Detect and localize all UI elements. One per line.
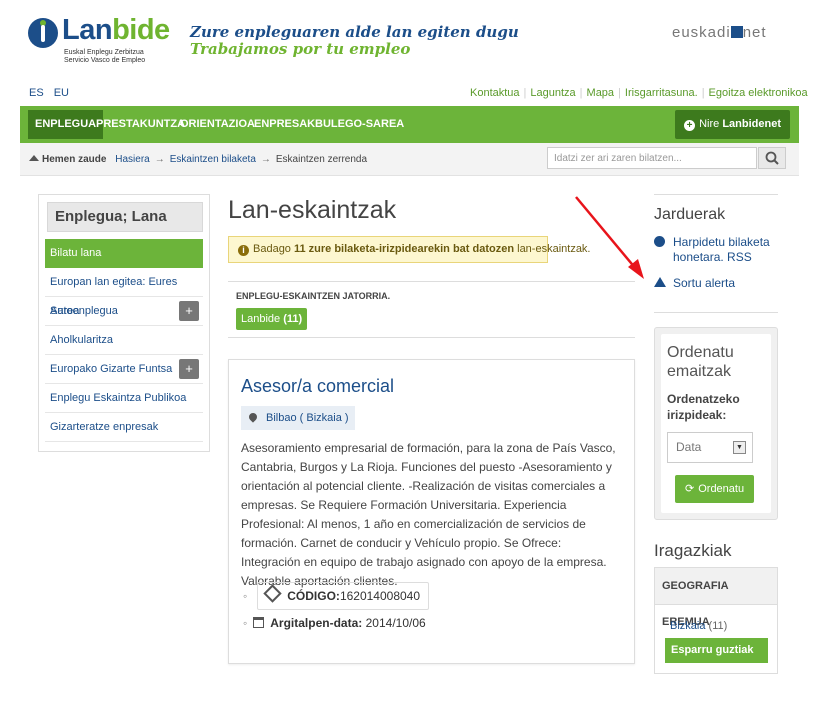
nav-orientazioa[interactable]: ORIENTAZIOA [180,118,255,130]
logo-subtitle-eu: Euskal Enplegu Zerbitzua [64,49,144,56]
filters-title: Iragazkiak [654,541,732,560]
expand-button[interactable]: + [179,301,199,321]
sort-title: Ordenatu emaitzak [667,344,734,380]
offer-date: ◦ Argitalpen-data: 2014/10/06 [243,616,426,630]
sidebar-item-gizarteratze[interactable]: Gizarteratze enpresak [45,413,203,442]
breadcrumb: Hemen zaude Hasiera → Eskaintzen bilaketa →… [29,154,367,165]
rss-subscribe-link[interactable]: Harpidetu bilaketa honetara. RSS [654,235,779,267]
breadcrumb-bar: Hemen zaude Hasiera → Eskaintzen bilaketa →… [20,143,799,176]
tag-icon [263,584,282,603]
sidebar-item-aholkularitza[interactable]: Aholkularitza [45,326,203,355]
sidebar-title: Enplegua; Lana [47,202,203,232]
lang-es-link[interactable]: ES [29,87,44,99]
geo-filter-title: GEOGRAFIA EREMUA [655,568,777,628]
nav-enpresak[interactable]: ENPRESAK [254,118,315,130]
sidebar-item-autoenplegua[interactable]: Autoenplegua + [45,297,203,326]
sort-label: Ordenatzeko irizpideak: [667,392,740,422]
breadcrumb-eskaintzen-bilaketa[interactable]: Eskaintzen bilaketa [170,154,256,165]
create-alert-link[interactable]: Sortu alerta [654,276,754,292]
sidebar-item-eures[interactable]: Europan lan egitea: Eures Sarea [45,268,203,317]
breadcrumb-current: Eskaintzen zerrenda [275,154,368,165]
calendar-icon [253,617,265,628]
results-alert: i Badago 11 zure bilaketa-irizpidearekin … [228,236,591,263]
slogan: Zure enpleguaren alde lan egiten dugu Tr… [190,23,519,58]
offer-title-link[interactable]: Asesor/a comercial [241,376,394,397]
info-icon: i [238,245,249,256]
search-icon [765,151,779,165]
offer-location: Bilbao ( Bizkaia ) [241,406,355,430]
actions-title: Jarduerak [654,206,726,223]
euskadi-square-icon [730,26,743,38]
plus-circle-icon: + [684,120,696,131]
utility-links: Kontaktua | Laguntza | Mapa | Irisgarritasuna.… [470,87,808,99]
sort-select[interactable]: Data ▼ [667,432,753,463]
sidebar-item-bilatu-lana[interactable]: Bilatu lana [45,239,203,268]
map-pin-icon [247,411,259,423]
expand-button[interactable]: + [179,359,199,379]
job-offer-card: Asesor/a comercial Bilbao ( Bizkaia ) As… [228,359,635,664]
euskadi-net-logo[interactable]: euskadi net [672,24,767,41]
language-selector: ES EU [29,87,79,99]
lang-eu-link[interactable]: EU [54,87,69,99]
chevron-down-icon: ▼ [733,441,746,454]
divider [654,312,778,313]
offer-code: ◦ CÓDIGO:162014008040 [243,582,430,610]
geo-filter-bizkaia[interactable]: Bizkaia (11) [670,620,727,632]
nav-prestakuntza[interactable]: PRESTAKUNTZA [96,118,185,130]
link-laguntza[interactable]: Laguntza [530,87,575,99]
source-label: ENPLEGU-ESKAINTZEN JATORRIA. [236,291,391,301]
source-filter: ENPLEGU-ESKAINTZEN JATORRIA. Lanbide (11… [228,281,635,338]
offer-description: Asesoramiento empresarial de formación, … [241,441,616,588]
link-mapa[interactable]: Mapa [587,87,615,99]
nire-lanbidenet-button[interactable]: + Nire Lanbidenet [675,110,790,139]
logo-subtitle-es: Servicio Vasco de Empleo [64,57,146,64]
geo-filter: GEOGRAFIA EREMUA Bizkaia (11) Esparru gu… [654,567,778,674]
link-kontaktua[interactable]: Kontaktua [470,87,520,99]
search-input[interactable]: Idatzi zer ari zaren bilatzen... [547,147,757,169]
breadcrumb-hasiera[interactable]: Hasiera [115,154,149,165]
sort-panel: Ordenatu emaitzak Ordenatzeko irizpideak… [654,327,778,520]
search-button[interactable] [758,147,786,169]
geo-filter-all-button[interactable]: Esparru guztiak [665,638,768,663]
main-nav: ENPLEGUA PRESTAKUNTZA ORIENTAZIOA ENPRES… [20,106,799,143]
nav-bulego-sarea[interactable]: BULEGO-SAREA [315,118,404,130]
sidebar-item-gizarte-funtsa[interactable]: Europako Gizarte Funtsa + [45,355,203,384]
sidebar-item-enplegu-eskaintza[interactable]: Enplegu Eskaintza Publikoa [45,384,203,413]
divider [654,194,778,195]
refresh-icon: ⟳ [685,483,695,495]
annotation-arrow [575,196,644,279]
lanbide-logo[interactable]: Lanbide Euskal Enplegu Zerbitzua Servici… [28,14,170,70]
sort-button[interactable]: ⟳ Ordenatu [675,475,755,503]
bell-icon [654,277,666,287]
nav-enplegua[interactable]: ENPLEGUA [28,110,104,139]
rss-icon [654,236,665,247]
home-icon [29,155,39,161]
source-tag-lanbide[interactable]: Lanbide (11) [236,308,308,330]
sidebar: Enplegua; Lana Bilatu lana Europan lan e… [38,194,210,452]
link-irisgarritasuna[interactable]: Irisgarritasuna. [625,87,698,99]
page-title: Lan-eskaintzak [228,196,397,224]
link-egoitza-elektronikoa[interactable]: Egoitza elektronikoa [709,87,808,99]
lanbide-logo-icon [28,18,58,48]
